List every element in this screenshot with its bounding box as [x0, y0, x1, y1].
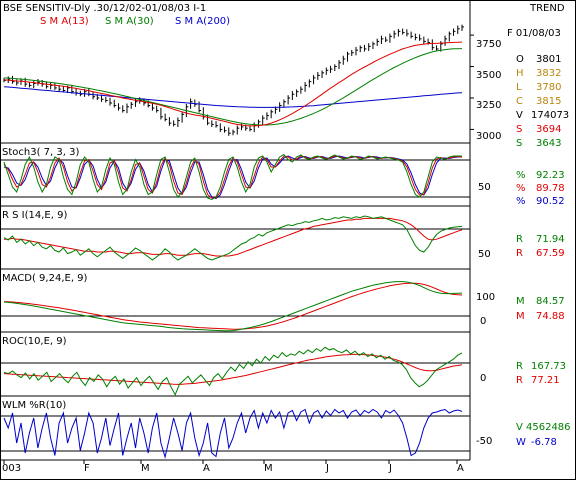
roc-title: ROC(10,E, 9) [2, 336, 67, 347]
macd-tick-0: 0 [480, 316, 486, 327]
stoch-readout-value: 90.52 [536, 196, 565, 207]
stoch-title: Stoch3( 7, 3, 3) [2, 147, 79, 158]
trend-label: TREND [529, 3, 565, 14]
roc-tick-0: 0 [480, 373, 486, 384]
rsi-readout-value: 67.59 [536, 248, 565, 259]
stoch-readout-value: 92.23 [536, 170, 565, 181]
stoch-readout-value: 89.78 [536, 183, 565, 194]
rsi-title: R S I(14,E, 9) [2, 210, 67, 221]
roc-readout-value: 167.73 [531, 361, 566, 372]
roc-readout-value: 77.21 [531, 375, 560, 386]
wlm-title: WLM %R(10) [2, 400, 66, 411]
macd-tick-100: 100 [476, 292, 495, 303]
ohlc-open-key: O [516, 54, 524, 65]
wlm-readout-key: V [516, 422, 523, 433]
x-label: M [141, 463, 150, 474]
stoch-readouts: % 92.23 % 89.78 % 90.52 [516, 170, 565, 207]
ohlc-volume-value: 174073 [531, 110, 569, 121]
stoch-tick-50: 50 [478, 182, 491, 193]
x-label: A [203, 463, 210, 474]
ohlc-high-key: H [516, 68, 524, 79]
ohlc-sma30-value: 3643 [536, 138, 561, 149]
ohlc-low-value: 3780 [536, 82, 561, 93]
macd-readout-value: 84.57 [536, 296, 565, 307]
wlm-readout-value: -6.78 [531, 437, 557, 448]
sma13-label: S M A(13) [40, 16, 89, 27]
price-tick-3750: 3750 [476, 39, 501, 50]
stoch-readout-key: % [516, 183, 526, 194]
x-label: J [388, 463, 392, 474]
x-label: J [325, 463, 329, 474]
x-label: F [84, 463, 90, 474]
wlm-readout-value: 4562486 [526, 422, 571, 433]
macd-readout-key: M [516, 296, 525, 307]
price-tick-3250: 3250 [476, 100, 501, 111]
ohlc-low-key: L [516, 82, 522, 93]
x-label: M [264, 463, 273, 474]
date-readout: F 01/08/03 [507, 28, 561, 39]
stoch-readout-key: % [516, 196, 526, 207]
sma200-label: S M A(200) [175, 16, 230, 27]
ohlc-close-key: C [516, 96, 523, 107]
wlm-readout-key: W [516, 437, 526, 448]
roc-readout-key: R [516, 375, 523, 386]
roc-readout-key: R [516, 361, 523, 372]
chart-title: BSE SENSITIV-Dly .30/12/02-01/08/03 I-1 [3, 3, 206, 14]
stoch-readout-key: % [516, 170, 526, 181]
price-tick-3500: 3500 [476, 70, 501, 81]
x-label: A [457, 463, 464, 474]
x-label: 003 [2, 463, 21, 474]
ohlc-volume-key: V [516, 110, 523, 121]
ohlc-open-value: 3801 [536, 54, 561, 65]
macd-readout-key: M [516, 311, 525, 322]
sma30-label: S M A(30) [105, 16, 154, 27]
ohlc-sma30-key: S [516, 138, 522, 149]
ohlc-sma13-key: S [516, 124, 522, 135]
wlm-tick-minus50: -50 [476, 436, 492, 447]
ohlc-close-value: 3815 [536, 96, 561, 107]
price-tick-3000: 3000 [476, 131, 501, 142]
rsi-readout-key: R [516, 234, 523, 245]
technical-chart: BSE SENSITIV-Dly .30/12/02-01/08/03 I-1 … [0, 0, 576, 480]
ohlc-high-value: 3832 [536, 68, 561, 79]
macd-title: MACD( 9,24,E, 9) [2, 273, 88, 284]
rsi-readout-value: 71.94 [536, 234, 565, 245]
rsi-tick-50: 50 [478, 249, 491, 260]
rsi-readout-key: R [516, 248, 523, 259]
ohlc-sma13-value: 3694 [536, 124, 561, 135]
macd-readout-value: 74.88 [536, 311, 565, 322]
